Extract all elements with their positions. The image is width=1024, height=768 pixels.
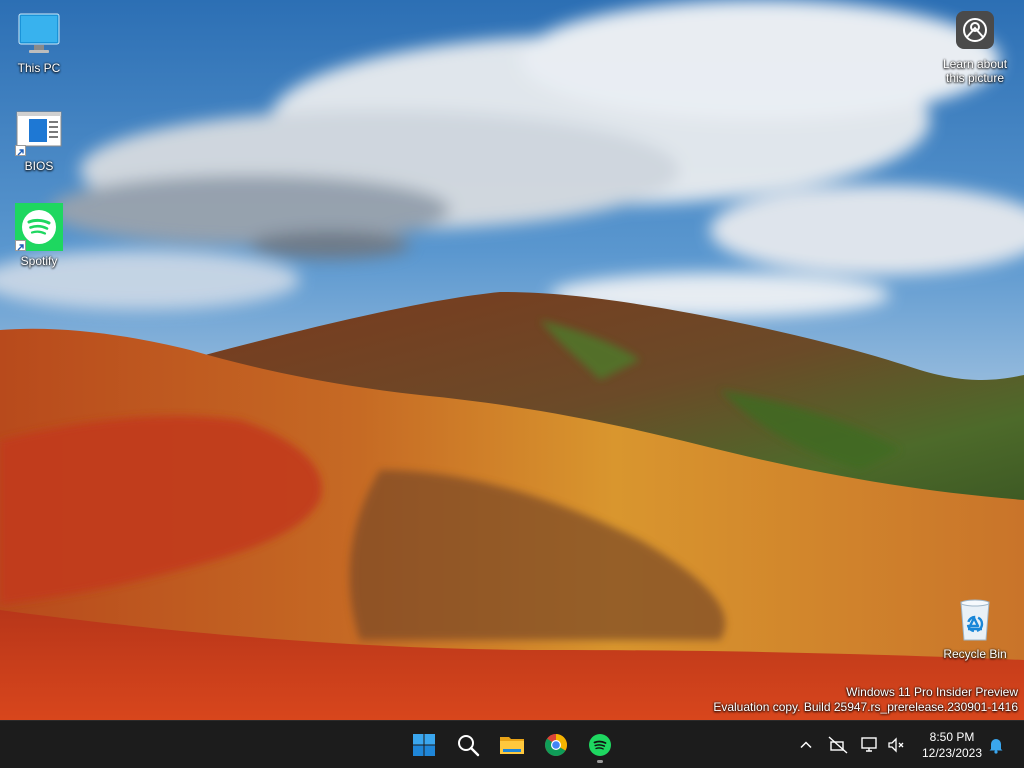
watermark-line-1: Windows 11 Pro Insider Preview bbox=[846, 685, 1018, 699]
notifications-button[interactable] bbox=[982, 731, 1010, 759]
clock-date: 12/23/2023 bbox=[921, 746, 983, 760]
evaluation-watermark: Windows 11 Pro Insider Preview Evaluatio… bbox=[713, 685, 1018, 715]
desktop-icon-recycle-bin[interactable]: Recycle Bin bbox=[937, 596, 1013, 661]
spotify-icon bbox=[589, 734, 611, 756]
shortcut-arrow-icon bbox=[15, 145, 26, 156]
watermark-line-2: Evaluation copy. Build 25947.rs_prerelea… bbox=[713, 700, 1018, 714]
recycle-bin-icon bbox=[951, 596, 999, 644]
show-hidden-icons-button[interactable] bbox=[792, 731, 820, 759]
desktop-icon-label: This PC bbox=[17, 61, 61, 75]
file-explorer-button[interactable] bbox=[492, 725, 532, 765]
camera-icon bbox=[955, 10, 995, 50]
chrome-button[interactable] bbox=[536, 725, 576, 765]
clock-time: 8:50 PM bbox=[929, 730, 975, 744]
volume-button[interactable] bbox=[882, 731, 910, 759]
notification-bell-icon bbox=[989, 739, 1003, 754]
search-icon bbox=[458, 735, 480, 757]
wallpaper bbox=[0, 0, 1024, 720]
desktop-icon-label: Learn about this picture bbox=[942, 57, 1008, 85]
taskbar-clock[interactable]: 8:50 PM 12/23/2023 bbox=[913, 729, 991, 761]
chevron-up-icon bbox=[800, 741, 812, 749]
windows-start-icon bbox=[413, 734, 435, 756]
desktop[interactable]: This PC BIOS Spotify Learn about this pi… bbox=[0, 0, 1024, 720]
desktop-icon-bios[interactable]: BIOS bbox=[1, 108, 77, 173]
running-indicator bbox=[597, 760, 603, 763]
taskbar: 8:50 PM 12/23/2023 bbox=[0, 720, 1024, 768]
chrome-icon bbox=[545, 734, 567, 756]
folder-icon bbox=[500, 737, 524, 754]
bios-shortcut-icon bbox=[15, 108, 63, 156]
desktop-icon-label: Spotify bbox=[20, 254, 58, 268]
desktop-icon-this-pc[interactable]: This PC bbox=[1, 10, 77, 75]
start-button[interactable] bbox=[404, 725, 444, 765]
desktop-icon-label: BIOS bbox=[24, 159, 54, 173]
search-button[interactable] bbox=[448, 725, 488, 765]
network-off-icon bbox=[828, 736, 848, 754]
desktop-icon-learn-about-picture[interactable]: Learn about this picture bbox=[937, 10, 1013, 85]
shortcut-arrow-icon bbox=[15, 240, 26, 251]
display-button[interactable] bbox=[856, 731, 884, 759]
volume-muted-icon bbox=[888, 737, 904, 753]
network-button[interactable] bbox=[824, 731, 852, 759]
display-icon bbox=[861, 737, 877, 752]
spotify-taskbar-button[interactable] bbox=[580, 725, 620, 765]
spotify-icon bbox=[15, 203, 63, 251]
desktop-icon-spotify[interactable]: Spotify bbox=[1, 203, 77, 268]
desktop-icon-label: Recycle Bin bbox=[943, 647, 1007, 661]
monitor-icon bbox=[15, 10, 63, 58]
